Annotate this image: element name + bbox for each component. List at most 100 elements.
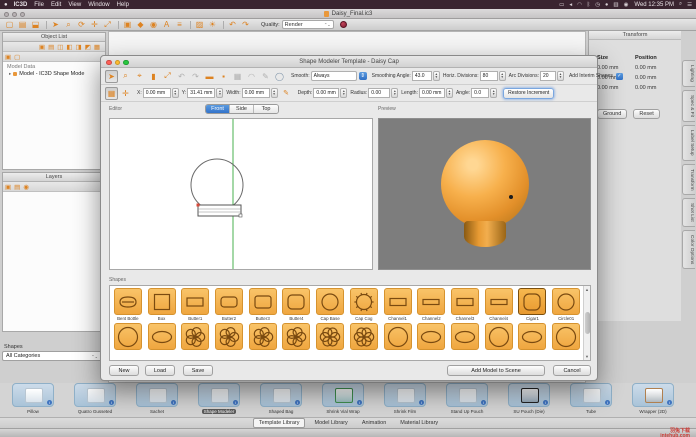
tab-top[interactable]: Top [254,105,278,113]
shape-tile-row2-7[interactable] [348,323,380,351]
bluetooth-icon[interactable]: ᛒ [587,2,590,8]
ground-button[interactable]: Ground [597,109,627,119]
add-object-icon[interactable]: ▣ [39,43,45,51]
battery-icon[interactable]: ▭ [559,2,564,8]
restore-increment-button[interactable]: Restore Increment [503,88,554,99]
new-shape-button[interactable]: New [109,365,139,376]
duplicate-icon[interactable]: ◨ [76,43,82,51]
app-status-icon-2[interactable]: ▥ [613,2,618,8]
library-item-wrapper-2d-[interactable]: iWrapper (2D) [622,383,684,417]
sphere-mode-icon[interactable]: ◯ [273,70,286,83]
tree-item-model[interactable]: ▸ Model - IC3D Shape Mode [3,71,105,77]
expand-all-icon[interactable]: ▣ [5,53,11,61]
library-item-quatro-gusseted[interactable]: iQuatro Gusseted [64,383,126,417]
info-icon[interactable]: i [295,400,300,405]
window-title-bar[interactable]: Daisy_Final.ic3 [0,9,696,19]
stepper-icon[interactable]: ▲▼ [446,88,453,98]
param-input[interactable]: 0.00 [368,88,390,98]
zoom-in-icon[interactable]: ⌕ [119,70,132,83]
material-icon[interactable]: ▨ [194,20,205,30]
info-icon[interactable]: i [605,400,610,405]
spotlight-search-icon[interactable]: ⌕ [679,1,682,8]
info-icon[interactable]: i [419,400,424,405]
align-tool-icon[interactable]: ≡ [174,20,185,30]
shape-tile-butter1[interactable]: Butter1 [179,288,211,321]
pencil-node-icon[interactable]: ✎ [259,70,272,83]
arc-node-icon[interactable]: ◠ [245,70,258,83]
undo-profile-icon[interactable]: ↶ [175,70,188,83]
library-item-shrink-film[interactable]: iShrink Film [374,383,436,417]
param-input[interactable]: 0.0 [471,88,489,98]
param-input[interactable]: 0.00 mm [313,88,339,98]
info-icon[interactable]: i [233,400,238,405]
library-item-pillow[interactable]: iPillow [2,383,64,417]
scroll-up-icon[interactable]: ▲ [585,287,589,292]
info-icon[interactable]: i [481,400,486,405]
info-icon[interactable]: i [357,400,362,405]
scrollbar-thumb[interactable] [585,312,590,334]
side-tab-label-setup[interactable]: Label Setup [682,125,695,161]
environment-icon[interactable]: ☀ [207,20,218,30]
shape-tile-butter2[interactable]: Butter2 [213,288,245,321]
shape-tile-channel3[interactable]: Channel3 [449,288,481,321]
text-tool-icon[interactable]: A [161,20,172,30]
hide-icon[interactable]: ◩ [85,43,91,51]
clock-icon[interactable]: ◷ [595,2,600,8]
menu-view[interactable]: View [68,2,81,8]
coord-input[interactable]: 0.00 mm [242,88,270,98]
library-tab-model-library[interactable]: Model Library [309,419,352,427]
shape-tile-cap-base[interactable]: Cap Base [314,288,346,321]
close-window-button[interactable] [4,12,9,17]
dropdown-arrows-icon[interactable]: ⇕ [359,72,367,80]
shape-tile-row2-3[interactable] [213,323,245,351]
library-item-shrink-vial-wrap[interactable]: iShrink Vial Wrap [312,383,374,417]
menu-edit[interactable]: Edit [51,2,61,8]
stepper-icon[interactable]: ▲▼ [490,88,497,98]
menu-help[interactable]: Help [117,2,129,8]
wifi-icon[interactable]: ◠ [577,2,582,8]
shapes-category-dropdown[interactable]: All Categories ⌃⌄ [2,351,102,361]
quality-dropdown[interactable]: Render ⌃⌄ [282,20,334,29]
info-icon[interactable]: i [47,400,52,405]
stepper-icon[interactable]: ▲▼ [391,88,398,98]
pan-tool-icon[interactable]: ✛ [89,20,100,30]
menu-window[interactable]: Window [88,2,109,8]
app-status-icon-3[interactable]: ● [605,2,608,8]
redo-icon[interactable]: ↷ [240,20,251,30]
shape-tile-cap-cog[interactable]: Cap Cog [348,288,380,321]
group-icon[interactable]: ◫ [57,43,63,51]
select-tool-icon[interactable]: ➤ [50,20,61,30]
lock-icon[interactable]: ▦ [94,43,100,51]
side-tab-transform[interactable]: Transform [682,164,695,196]
param-input[interactable]: 0.00 mm [419,88,445,98]
info-icon[interactable]: i [667,400,672,405]
library-item-tube[interactable]: iTube [560,383,622,417]
3d-preview-canvas[interactable] [378,118,591,270]
shape-tile-cigar1[interactable]: Cigar1 [517,288,549,321]
remove-object-icon[interactable]: ▤ [48,43,54,51]
orbit-tool-icon[interactable]: ⟳ [76,20,87,30]
library-item-stand-up-pouch[interactable]: iStand Up Pouch [436,383,498,417]
shape-tile-row2-9[interactable] [415,323,447,351]
shape-tile-row2-12[interactable] [517,323,549,351]
shape-tile-bent-bottle[interactable]: Bent Bottle [112,288,144,321]
layers-body[interactable] [3,192,105,331]
shape-tile-box[interactable]: Box [146,288,178,321]
tab-front[interactable]: Front [206,105,230,113]
shape-tile-row2-5[interactable] [281,323,313,351]
disclosure-triangle-icon[interactable]: ▸ [9,71,11,77]
cancel-button[interactable]: Cancel [553,365,591,376]
save-icon[interactable]: ⬓ [30,20,41,30]
shape-tile-channel1[interactable]: Channel1 [382,288,414,321]
collapse-all-icon[interactable]: ▢ [14,53,20,61]
shape-tile-butter4[interactable]: Butter4 [281,288,313,321]
shape-tile-channel2[interactable]: Channel2 [415,288,447,321]
coord-input[interactable]: 31.41 mm [187,88,215,98]
smoothing-input[interactable]: 20 [540,71,556,81]
info-icon[interactable]: i [171,400,176,405]
library-item-su-pouch-die-[interactable]: iSU Pouch (Die) [498,383,560,417]
rect-profile-icon[interactable]: ▬ [203,70,216,83]
new-file-icon[interactable]: ▢ [4,20,15,30]
library-tab-material-library[interactable]: Material Library [395,419,443,427]
info-icon[interactable]: i [109,400,114,405]
